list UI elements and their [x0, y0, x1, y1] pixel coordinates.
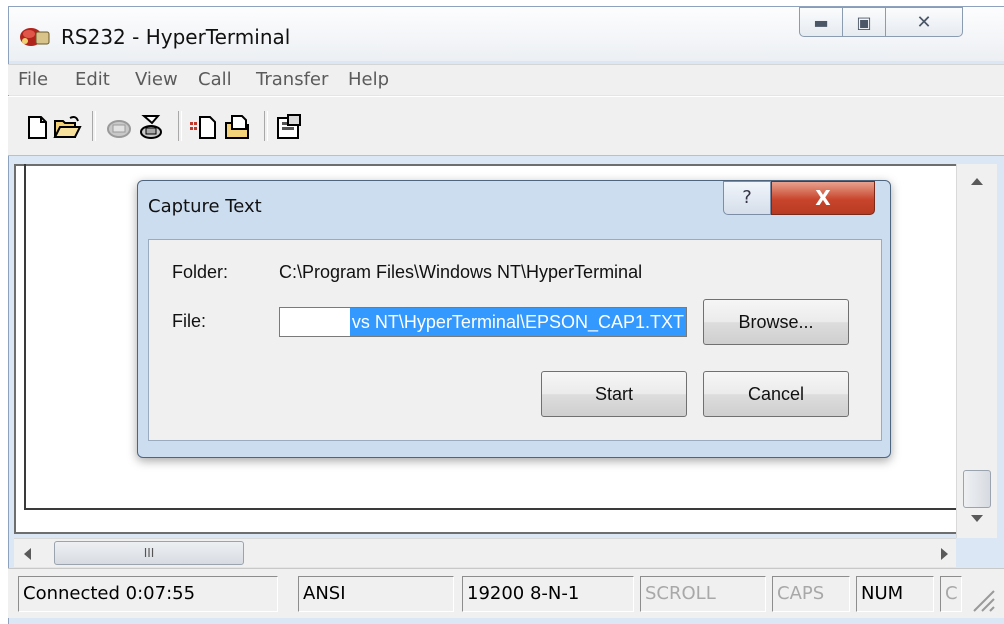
maximize-icon: ▣ — [856, 12, 872, 32]
scroll-right-icon[interactable] — [940, 547, 950, 561]
maximize-button[interactable]: ▣ — [842, 7, 886, 37]
properties-icon[interactable] — [274, 113, 304, 141]
menu-transfer[interactable]: Transfer — [256, 69, 328, 90]
hyperterminal-app-icon — [20, 28, 50, 46]
menu-bar: File Edit View Call Transfer Help — [8, 64, 1004, 95]
dial-icon[interactable] — [136, 113, 166, 141]
status-num: NUM — [856, 576, 934, 612]
close-icon: X — [815, 186, 831, 210]
close-window-button[interactable]: ✕ — [885, 7, 963, 37]
file-label: File: — [172, 311, 207, 331]
menu-view[interactable]: View — [135, 69, 178, 90]
dialog-close-button[interactable]: X — [771, 181, 875, 215]
status-bar: Connected 0:07:55 ANSI 19200 8-N-1 SCROL… — [8, 568, 1004, 618]
menu-file[interactable]: File — [18, 69, 48, 90]
receive-icon[interactable] — [222, 113, 252, 141]
title-bar: RS232 - HyperTerminal ▬ ▣ ✕ — [9, 7, 1004, 61]
status-port-settings: 19200 8-N-1 — [462, 576, 634, 612]
toolbar-separator — [92, 111, 96, 141]
file-path-selected-text: vs NT\HyperTerminal\EPSON_CAP1.TXT — [349, 308, 686, 336]
menu-edit[interactable]: Edit — [75, 69, 110, 90]
help-icon: ? — [742, 187, 752, 208]
minimize-button[interactable]: ▬ — [799, 7, 843, 37]
cancel-button[interactable]: Cancel — [703, 371, 849, 417]
vertical-scroll-thumb[interactable] — [963, 470, 991, 508]
folder-label: Folder: — [172, 262, 229, 282]
resize-grip-icon[interactable] — [968, 585, 996, 613]
dialog-title: Capture Text — [148, 196, 262, 217]
window-title: RS232 - HyperTerminal — [61, 25, 291, 49]
browse-button[interactable]: Browse... — [703, 299, 849, 345]
new-icon[interactable] — [22, 113, 52, 141]
scroll-up-icon[interactable] — [970, 176, 984, 186]
send-icon[interactable] — [188, 113, 218, 141]
minimize-icon: ▬ — [813, 12, 829, 32]
toolbar-separator — [178, 111, 182, 141]
status-connected: Connected 0:07:55 — [18, 576, 278, 612]
horizontal-scroll-thumb[interactable]: III — [54, 541, 244, 565]
status-scroll: SCROLL — [640, 576, 766, 612]
start-button[interactable]: Start — [541, 371, 687, 417]
close-icon: ✕ — [916, 11, 932, 33]
status-capture: C — [940, 576, 962, 612]
menu-call[interactable]: Call — [198, 69, 232, 90]
scroll-left-icon[interactable] — [22, 547, 32, 561]
toolbar — [8, 96, 1004, 156]
menu-help[interactable]: Help — [348, 69, 389, 90]
folder-path: C:\Program Files\Windows NT\HyperTermina… — [279, 262, 643, 282]
open-icon[interactable] — [52, 113, 82, 141]
disconnect-icon[interactable] — [104, 113, 134, 141]
status-caps: CAPS — [772, 576, 850, 612]
scroll-down-icon[interactable] — [970, 514, 984, 524]
toolbar-separator — [264, 111, 268, 141]
file-path-input[interactable]: vs NT\HyperTerminal\EPSON_CAP1.TXT — [279, 307, 687, 337]
dialog-help-button[interactable]: ? — [723, 181, 771, 215]
status-emulation: ANSI — [298, 576, 454, 612]
